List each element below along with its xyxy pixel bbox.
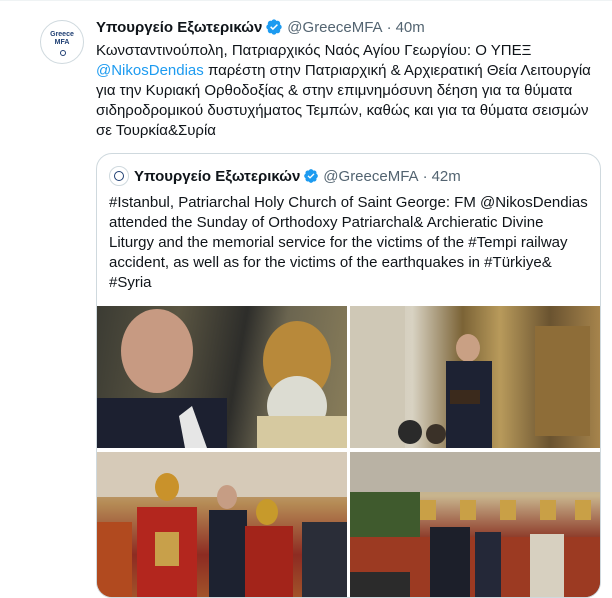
photo-1[interactable] (97, 306, 347, 448)
photo-3[interactable] (97, 452, 347, 597)
quoted-author-name: Υπουργείο Εξωτερικών (134, 167, 301, 185)
photo-2[interactable] (350, 306, 600, 448)
quoted-text: #Istanbul, Patriarchal Holy Church of Sa… (109, 193, 589, 293)
quoted-avatar (109, 166, 129, 186)
tweet-header: Υπουργείο Εξωτερικών @GreeceMFA · 40m (96, 17, 425, 37)
verified-badge-icon (304, 169, 319, 183)
photo-4[interactable] (350, 452, 600, 597)
quoted-header-separator: · (422, 167, 428, 185)
photo-1-figures (97, 309, 347, 448)
photo-3-figures (97, 452, 347, 597)
verified-badge-icon (266, 19, 282, 35)
avatar-seal-icon (60, 50, 66, 56)
avatar[interactable]: Greece MFA (40, 20, 84, 64)
tweet-time[interactable]: 40m (396, 19, 425, 36)
media-grid (97, 306, 600, 597)
quoted-author-handle: @GreeceMFA (323, 167, 419, 185)
photo-4-figures (350, 452, 600, 597)
author-name[interactable]: Υπουργείο Εξωτερικών (96, 19, 262, 36)
quoted-text-body: #Istanbul, Patriarchal Holy Church of Sa… (109, 194, 588, 291)
avatar-text-line1: Greece (50, 31, 74, 38)
quoted-tweet[interactable]: Υπουργείο Εξωτερικών @GreeceMFA · 42m #I… (96, 153, 601, 598)
top-divider (0, 0, 612, 1)
tweet[interactable]: Greece MFA Υπουργείο Εξωτερικών @GreeceM… (0, 0, 612, 598)
tweet-text-part1: Κωνσταντινούπολη, Πατριαρχικός Ναός Αγίο… (96, 42, 532, 59)
tweet-text: Κωνσταντινούπολη, Πατριαρχικός Ναός Αγίο… (96, 41, 596, 141)
photo-2-figures (350, 306, 590, 448)
quoted-header: Υπουργείο Εξωτερικών @GreeceMFA · 42m (134, 167, 461, 185)
quoted-time: 42m (431, 167, 461, 185)
header-separator: · (386, 18, 392, 36)
mention-link[interactable]: @NikosDendias (96, 62, 204, 79)
avatar-text-line2: MFA (54, 39, 70, 46)
author-handle[interactable]: @GreeceMFA (287, 19, 382, 36)
